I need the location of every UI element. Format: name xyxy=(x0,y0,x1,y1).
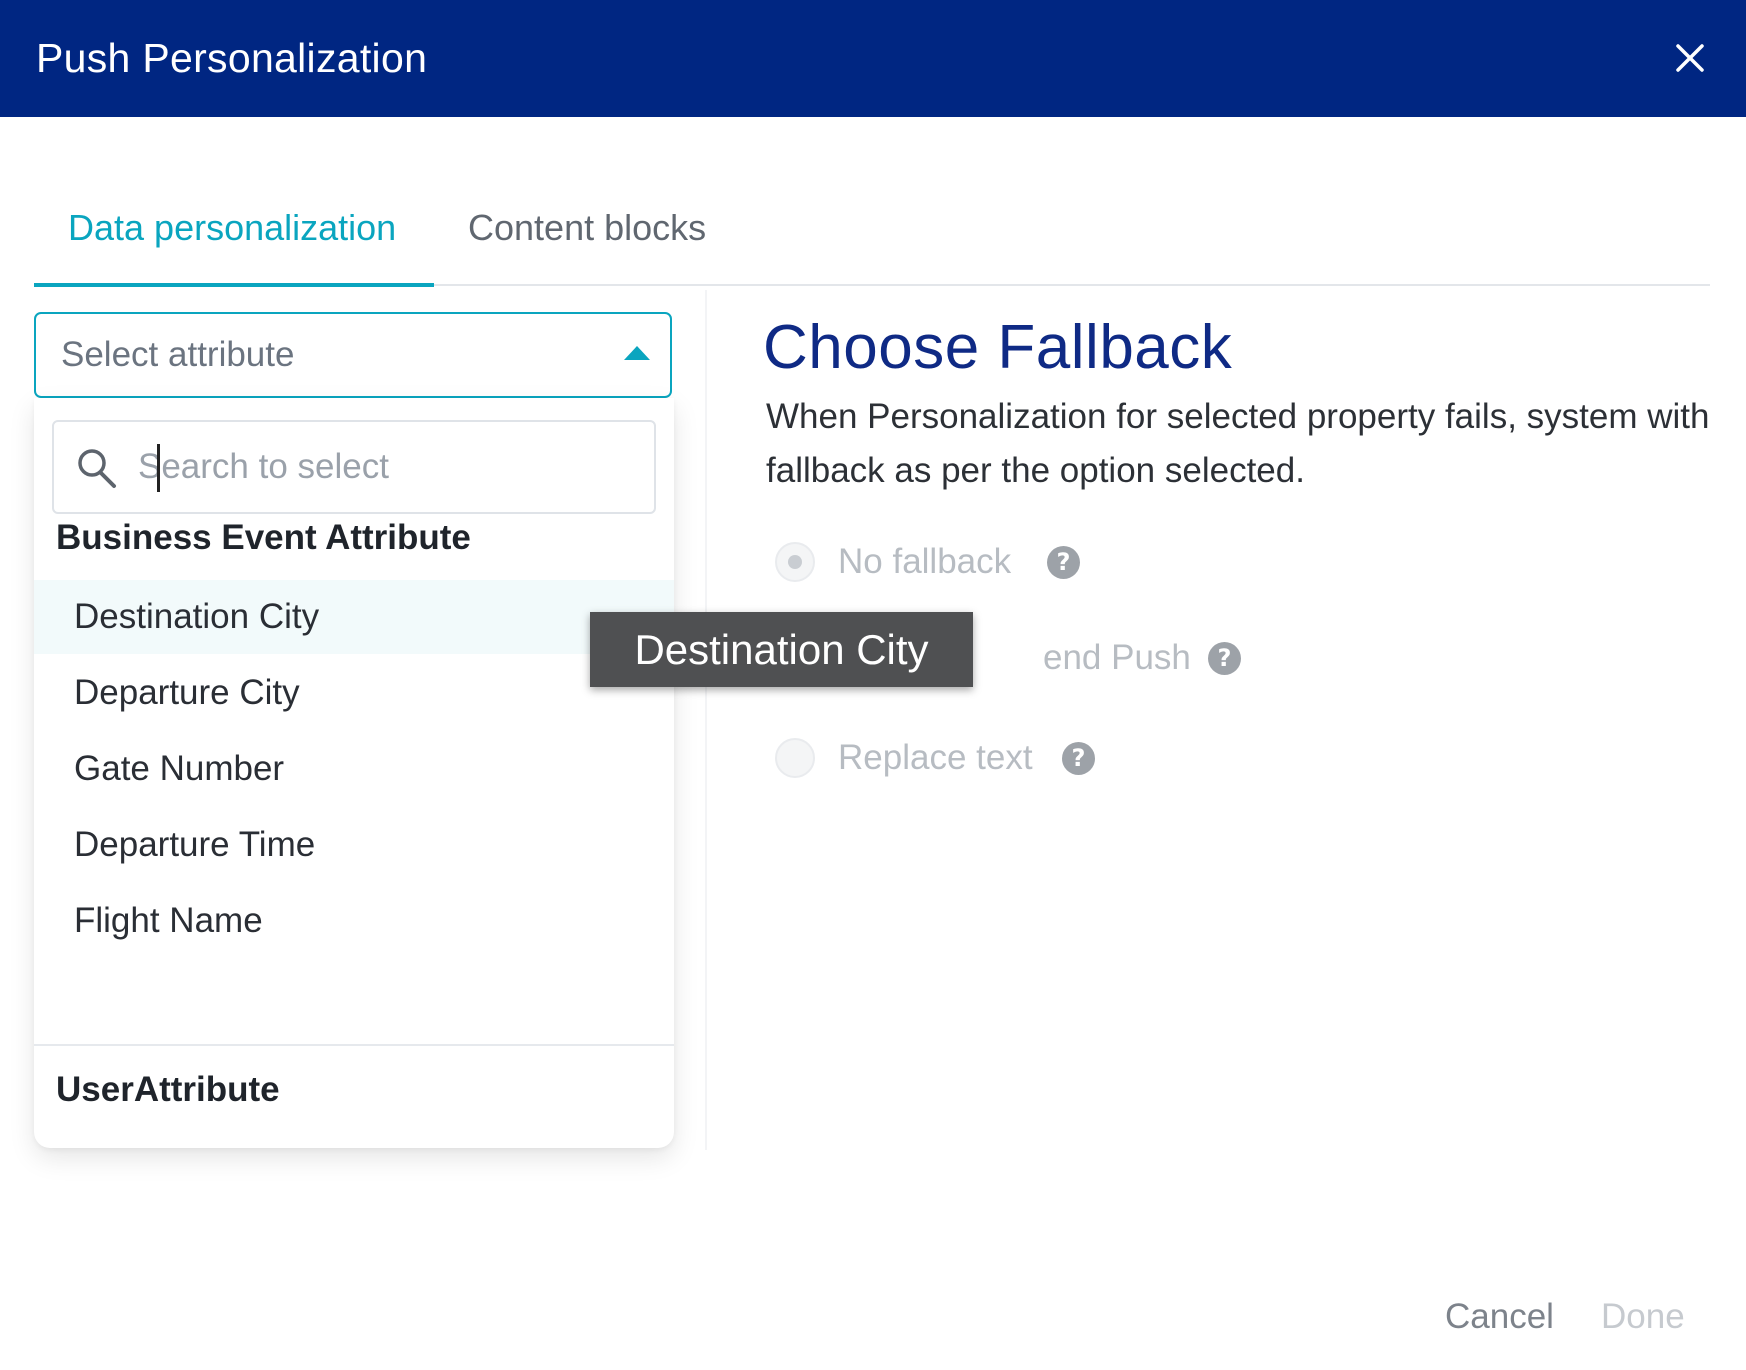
radio-label-end-push: end Push xyxy=(1043,638,1191,677)
tab-content-blocks[interactable]: Content blocks xyxy=(468,206,706,250)
option-destination-city[interactable]: Destination City xyxy=(34,580,674,654)
help-icon[interactable]: ? xyxy=(1208,642,1241,675)
option-departure-city[interactable]: Departure City xyxy=(34,656,674,730)
attribute-select-placeholder: Select attribute xyxy=(61,335,295,374)
group-heading-business-event: Business Event Attribute xyxy=(56,518,471,557)
attribute-dropdown: Business Event Attribute Destination Cit… xyxy=(34,398,674,1148)
fallback-description: When Personalization for selected proper… xyxy=(766,397,1710,490)
done-button[interactable]: Done xyxy=(1601,1295,1685,1339)
group-heading-user-attribute: UserAttribute xyxy=(56,1070,280,1109)
attribute-select[interactable]: Select attribute xyxy=(34,312,672,398)
modal-title: Push Personalization xyxy=(36,35,428,81)
help-icon[interactable]: ? xyxy=(1062,742,1095,775)
option-gate-number[interactable]: Gate Number xyxy=(34,732,674,806)
cancel-button[interactable]: Cancel xyxy=(1445,1295,1554,1339)
modal-header: Push Personalization xyxy=(0,0,1746,117)
option-tooltip: Destination City xyxy=(590,612,973,687)
close-button[interactable] xyxy=(1662,30,1718,86)
search-field[interactable] xyxy=(52,420,656,514)
tab-data-personalization[interactable]: Data personalization xyxy=(68,206,396,250)
radio-label-replace-text: Replace text xyxy=(838,738,1033,777)
radio-label-no-fallback: No fallback xyxy=(838,542,1012,581)
fallback-panel: Choose Fallback When Personalization for… xyxy=(705,290,1717,1150)
radio-selected-dot xyxy=(788,555,802,569)
active-tab-indicator xyxy=(34,283,434,287)
text-cursor xyxy=(157,444,160,492)
close-icon xyxy=(1676,44,1704,72)
option-flight-name[interactable]: Flight Name xyxy=(34,884,674,958)
tab-bar: Data personalization Content blocks xyxy=(34,196,1710,287)
caret-up-icon xyxy=(624,346,650,360)
help-icon[interactable]: ? xyxy=(1047,546,1080,579)
fallback-title: Choose Fallback xyxy=(763,313,1233,382)
radio-no-fallback[interactable] xyxy=(775,542,815,582)
group-divider xyxy=(34,1044,674,1046)
radio-replace-text[interactable] xyxy=(775,738,815,778)
search-icon xyxy=(78,449,116,488)
push-personalization-modal: Push Personalization Data personalizatio… xyxy=(0,0,1746,1370)
search-input[interactable] xyxy=(138,440,628,494)
option-departure-time[interactable]: Departure Time xyxy=(34,808,674,882)
